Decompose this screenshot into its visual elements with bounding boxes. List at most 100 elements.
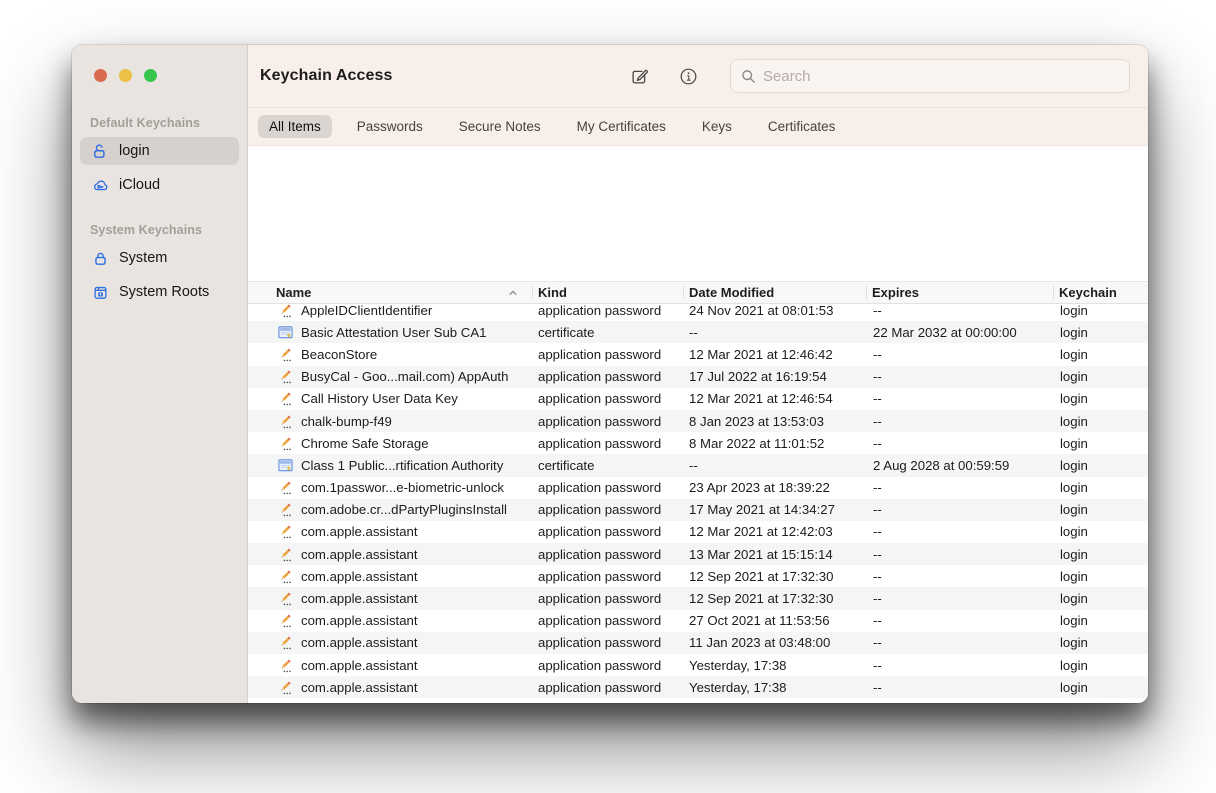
- vault-icon: [92, 284, 109, 301]
- item-date-modified: 24 Nov 2021 at 08:01:53: [683, 304, 866, 318]
- table-row[interactable]: com.apple.assistant application password…: [248, 632, 1148, 654]
- item-expires: --: [866, 613, 1053, 628]
- tab-certificates[interactable]: Certificates: [757, 115, 847, 138]
- item-name: AppleIDClientIdentifier: [301, 304, 432, 318]
- item-date-modified: --: [683, 458, 866, 473]
- table-row[interactable]: com.apple.assistant application password…: [248, 610, 1148, 632]
- item-keychain: login: [1053, 436, 1148, 451]
- item-keychain: login: [1053, 369, 1148, 384]
- table-row[interactable]: Call History User Data Key application p…: [248, 388, 1148, 410]
- item-kind: application password: [532, 658, 683, 673]
- item-expires: --: [866, 347, 1053, 362]
- desktop-background: Default Keychains login iCloud System Ke…: [0, 0, 1216, 793]
- window-controls: [72, 69, 247, 82]
- item-keychain: login: [1053, 547, 1148, 562]
- unlock-icon: [92, 143, 109, 160]
- table-row-partial[interactable]: [248, 698, 1148, 703]
- item-date-modified: --: [683, 325, 866, 340]
- sidebar-section: Default Keychains login iCloud: [80, 116, 239, 199]
- item-kind: application password: [532, 635, 683, 650]
- password-icon: [278, 304, 293, 318]
- column-header-name[interactable]: Name: [248, 282, 532, 303]
- password-icon: [278, 391, 293, 406]
- item-keychain: login: [1053, 325, 1148, 340]
- keychain-access-window: Default Keychains login iCloud System Ke…: [72, 45, 1148, 703]
- sidebar: Default Keychains login iCloud System Ke…: [72, 45, 248, 703]
- sidebar-section-header: System Keychains: [80, 223, 239, 244]
- item-keychain: login: [1053, 304, 1148, 318]
- table-row[interactable]: BusyCal - Goo...mail.com) AppAuth applic…: [248, 366, 1148, 388]
- table-rows: AppleIDClientIdentifier application pass…: [248, 304, 1148, 703]
- search-field[interactable]: [730, 59, 1130, 93]
- sidebar-item-system[interactable]: System: [80, 244, 239, 272]
- item-date-modified: 11 Jan 2023 at 03:48:00: [683, 635, 866, 650]
- column-header-kind[interactable]: Kind: [532, 282, 683, 303]
- item-name: Call History User Data Key: [301, 391, 458, 406]
- item-expires: --: [866, 502, 1053, 517]
- item-name: com.apple.assistant: [301, 524, 418, 539]
- item-date-modified: 12 Sep 2021 at 17:32:30: [683, 569, 866, 584]
- column-header-expires[interactable]: Expires: [866, 282, 1053, 303]
- item-expires: --: [866, 436, 1053, 451]
- table-row[interactable]: com.apple.assistant application password…: [248, 587, 1148, 609]
- item-kind: application password: [532, 524, 683, 539]
- item-expires: --: [866, 547, 1053, 562]
- item-keychain: login: [1053, 524, 1148, 539]
- tab-keys[interactable]: Keys: [691, 115, 743, 138]
- table-row[interactable]: com.apple.assistant application password…: [248, 565, 1148, 587]
- new-item-button[interactable]: [628, 65, 651, 88]
- password-icon: [278, 680, 293, 695]
- password-icon: [278, 502, 293, 517]
- column-header-keychain[interactable]: Keychain: [1053, 282, 1148, 303]
- tab-secure-notes[interactable]: Secure Notes: [448, 115, 552, 138]
- item-kind: certificate: [532, 325, 683, 340]
- sidebar-item-system-roots[interactable]: System Roots: [80, 278, 239, 306]
- password-icon: [278, 591, 293, 606]
- table-row[interactable]: chalk-bump-f49 application password 8 Ja…: [248, 410, 1148, 432]
- item-name: BusyCal - Goo...mail.com) AppAuth: [301, 369, 508, 384]
- password-icon: [278, 613, 293, 628]
- item-name: com.apple.assistant: [301, 680, 418, 695]
- info-button[interactable]: [677, 65, 700, 88]
- item-keychain: login: [1053, 502, 1148, 517]
- minimize-button[interactable]: [119, 69, 132, 82]
- zoom-button[interactable]: [144, 69, 157, 82]
- tab-all-items[interactable]: All Items: [258, 115, 332, 138]
- window-title: Keychain Access: [260, 67, 393, 85]
- table-row[interactable]: Basic Attestation User Sub CA1 certifica…: [248, 321, 1148, 343]
- item-expires: --: [866, 480, 1053, 495]
- sidebar-item-icloud[interactable]: iCloud: [80, 171, 239, 199]
- table-row[interactable]: Class 1 Public...rtification Authority c…: [248, 454, 1148, 476]
- password-icon: [278, 702, 293, 703]
- item-kind: application password: [532, 502, 683, 517]
- sidebar-item-login[interactable]: login: [80, 137, 239, 165]
- item-keychain: login: [1053, 569, 1148, 584]
- close-button[interactable]: [94, 69, 107, 82]
- search-input[interactable]: [763, 68, 1119, 85]
- item-date-modified: 27 Oct 2021 at 11:53:56: [683, 613, 866, 628]
- table-row[interactable]: Chrome Safe Storage application password…: [248, 432, 1148, 454]
- item-name: chalk-bump-f49: [301, 414, 392, 429]
- table-row[interactable]: com.adobe.cr...dPartyPluginsInstall appl…: [248, 499, 1148, 521]
- item-keychain: login: [1053, 391, 1148, 406]
- table-area: Name Kind Date Modified Expires Keych: [248, 146, 1148, 703]
- table-row[interactable]: com.apple.assistant application password…: [248, 676, 1148, 698]
- table-row[interactable]: BeaconStore application password 12 Mar …: [248, 343, 1148, 365]
- table-row[interactable]: com.apple.assistant application password…: [248, 543, 1148, 565]
- item-kind: application password: [532, 304, 683, 318]
- column-header-date-modified[interactable]: Date Modified: [683, 282, 866, 303]
- table-row[interactable]: AppleIDClientIdentifier application pass…: [248, 304, 1148, 321]
- table-row[interactable]: com.apple.assistant application password…: [248, 521, 1148, 543]
- tab-my-certificates[interactable]: My Certificates: [566, 115, 677, 138]
- item-expires: --: [866, 635, 1053, 650]
- cloud-icon: [92, 177, 109, 194]
- info-icon: [679, 67, 698, 86]
- toolbar: Keychain Access: [248, 45, 1148, 108]
- item-keychain: login: [1053, 658, 1148, 673]
- tab-passwords[interactable]: Passwords: [346, 115, 434, 138]
- table-row[interactable]: com.1passwor...e-biometric-unlock applic…: [248, 477, 1148, 499]
- item-date-modified: 17 May 2021 at 14:34:27: [683, 502, 866, 517]
- main-panel: Keychain Access: [248, 45, 1148, 703]
- item-name: com.apple.assistant: [301, 613, 418, 628]
- table-row[interactable]: com.apple.assistant application password…: [248, 654, 1148, 676]
